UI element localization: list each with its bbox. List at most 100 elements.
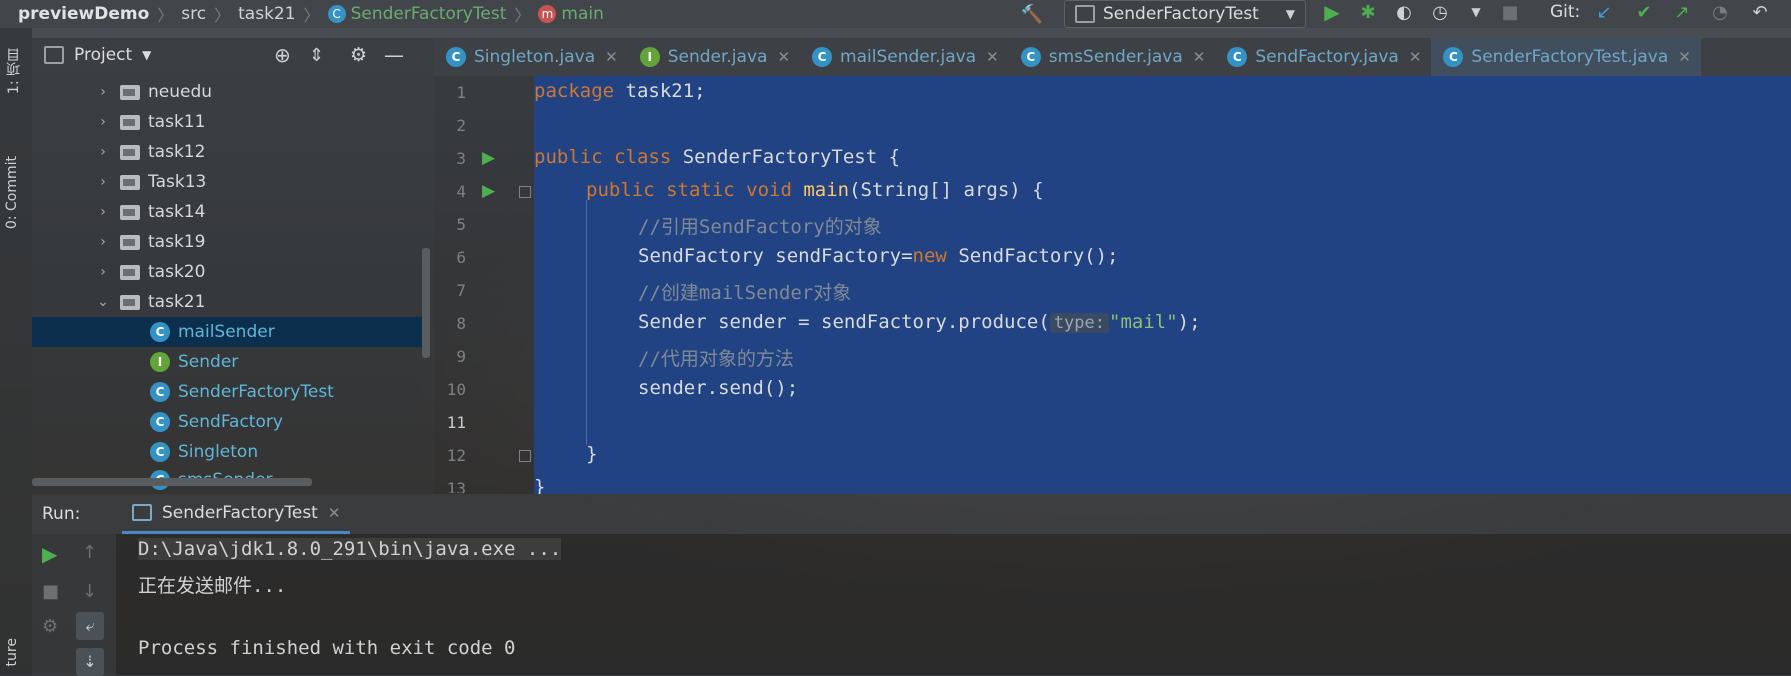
string-literal: "mail"	[1109, 311, 1178, 333]
code-line-10[interactable]: sender.send();	[638, 377, 798, 399]
close-icon[interactable]: ✕	[328, 504, 341, 522]
coverage-icon[interactable]: ◐	[1392, 0, 1416, 24]
breadcrumb-class[interactable]: SenderFactoryTest	[351, 4, 507, 24]
close-icon[interactable]: ✕	[1678, 48, 1691, 66]
class-icon: C	[446, 47, 466, 67]
chevron-right-icon[interactable]: ›	[96, 204, 110, 220]
code-line-7-comment[interactable]: //创建mailSender对象	[638, 278, 851, 305]
close-icon[interactable]: ✕	[1409, 48, 1422, 66]
chevron-right-icon[interactable]: ›	[96, 144, 110, 160]
breadcrumb-project[interactable]: previewDemo	[18, 4, 149, 24]
code-line-4[interactable]: public static void main(String[] args) {	[586, 179, 1044, 201]
chevron-down-icon[interactable]: ▼	[142, 48, 151, 62]
fold-icon[interactable]	[519, 450, 531, 462]
tree-item-class-selected[interactable]: C mailSender	[32, 317, 427, 347]
tree-item-class[interactable]: C SendFactory	[32, 407, 427, 437]
code-text: Sender sender = sendFactory.produce(	[638, 311, 1050, 333]
class-icon: C	[327, 5, 346, 23]
tree-item-folder[interactable]: › task12	[32, 137, 427, 167]
build-hammer-icon[interactable]: 🔨	[1020, 2, 1044, 26]
code-line-12[interactable]: }	[586, 443, 597, 465]
tab-label: Sender.java	[667, 47, 768, 67]
tree-item-folder[interactable]: › Task13	[32, 167, 427, 197]
breadcrumb-src[interactable]: src	[181, 4, 206, 24]
rerun-icon[interactable]: ▶	[42, 542, 57, 566]
tree-item-folder[interactable]: › task14	[32, 197, 427, 227]
line-number: 12	[446, 446, 466, 465]
structure-tool-tab[interactable]: ture	[4, 638, 20, 666]
project-panel: Project ▼ ⊕ ⇕ ⚙ — › neuedu › task11 › ta…	[32, 38, 434, 494]
chevron-right-icon[interactable]: ›	[96, 84, 110, 100]
chevron-right-icon[interactable]: ›	[96, 264, 110, 280]
debug-icon[interactable]: ✱	[1356, 0, 1380, 24]
git-push-icon[interactable]: ↗	[1670, 0, 1694, 24]
git-history-icon[interactable]: ◔	[1708, 0, 1732, 24]
code-line-8[interactable]: Sender sender = sendFactory.produce(type…	[638, 311, 1201, 333]
stop-icon[interactable]: ■	[42, 581, 59, 602]
commit-tool-tab[interactable]: 0: Commit	[4, 156, 20, 229]
tree-item-label: Task13	[148, 172, 207, 192]
code-line-6[interactable]: SendFactory sendFactory=new SendFactory(…	[638, 245, 1118, 267]
scroll-to-end-icon[interactable]: ⇣	[76, 648, 104, 676]
close-icon[interactable]: ✕	[605, 48, 618, 66]
close-icon[interactable]: ✕	[1193, 48, 1206, 66]
tab-sender[interactable]: I Sender.java ✕	[628, 38, 800, 76]
breadcrumb-package[interactable]: task21	[238, 4, 295, 24]
vertical-scrollbar[interactable]	[422, 248, 430, 358]
restore-icon[interactable]: ⚙	[42, 616, 58, 637]
folder-icon	[120, 84, 140, 100]
git-update-icon[interactable]: ↙	[1592, 0, 1616, 24]
gear-icon[interactable]: ⚙	[350, 44, 367, 66]
run-class-gutter-icon[interactable]: ▶	[482, 148, 495, 168]
tree-item-folder-expanded[interactable]: ⌄ task21	[32, 287, 427, 317]
minimize-icon[interactable]: —	[384, 43, 404, 67]
run-icon[interactable]: ▶	[1320, 0, 1344, 24]
code-text: task21;	[614, 80, 706, 102]
project-tool-tab[interactable]: 1: 项目	[4, 48, 24, 94]
run-method-gutter-icon[interactable]: ▶	[482, 181, 495, 201]
tree-item-folder[interactable]: › task20	[32, 257, 427, 287]
code-line-13[interactable]: }	[534, 476, 545, 494]
breadcrumb-method[interactable]: main	[561, 4, 603, 24]
collapse-all-icon[interactable]: ⇕	[309, 45, 324, 66]
tree-item-class[interactable]: C Singleton	[32, 437, 427, 467]
class-icon: C	[812, 47, 833, 67]
tab-smssender[interactable]: C smsSender.java ✕	[1009, 38, 1216, 76]
tree-item-folder[interactable]: › task11	[32, 107, 427, 137]
tree-item-folder[interactable]: › task19	[32, 227, 427, 257]
close-icon[interactable]: ✕	[986, 48, 999, 66]
code-line-1[interactable]: package task21;	[534, 80, 706, 102]
run-configuration-select[interactable]: SenderFactoryTest ▼	[1064, 0, 1306, 28]
horizontal-scrollbar[interactable]	[32, 478, 312, 486]
chevron-right-icon[interactable]: ›	[96, 174, 110, 190]
tree-item-folder[interactable]: › neuedu	[32, 77, 427, 107]
close-icon[interactable]: ✕	[777, 48, 790, 66]
stop-icon[interactable]: ■	[1498, 0, 1522, 24]
line-number: 13	[446, 479, 466, 493]
code-line-9-comment[interactable]: //代用对象的方法	[638, 344, 794, 371]
breadcrumb-separator: 〉	[157, 6, 174, 25]
run-tab-senderfactorytest[interactable]: SenderFactoryTest ✕	[122, 494, 351, 534]
tree-item-interface[interactable]: I Sender	[32, 347, 427, 377]
code-line-3[interactable]: public class SenderFactoryTest {	[534, 146, 900, 168]
tab-sendfactory[interactable]: C SendFactory.java ✕	[1215, 38, 1431, 76]
tab-singleton[interactable]: C Singleton.java ✕	[434, 38, 628, 76]
arrow-down-icon[interactable]: ↓	[82, 581, 97, 602]
profile-icon[interactable]: ◷	[1428, 0, 1452, 24]
rollback-icon[interactable]: ↶	[1748, 0, 1772, 24]
chevron-right-icon[interactable]: ›	[96, 114, 110, 130]
tab-senderfactorytest[interactable]: C SenderFactoryTest.java ✕	[1431, 38, 1701, 79]
arrow-up-icon[interactable]: ↑	[82, 542, 97, 563]
chevron-right-icon[interactable]: ›	[96, 234, 110, 250]
project-panel-title[interactable]: Project	[74, 45, 132, 65]
git-commit-icon[interactable]: ✔	[1632, 0, 1656, 24]
more-run-options-icon[interactable]: ▼	[1464, 0, 1488, 24]
tab-mailsender[interactable]: C mailSender.java ✕	[800, 38, 1009, 76]
folder-icon	[120, 114, 140, 130]
soft-wrap-icon[interactable]: ⤶	[76, 612, 104, 640]
locate-icon[interactable]: ⊕	[274, 43, 291, 67]
fold-icon[interactable]	[519, 186, 531, 198]
tree-item-class[interactable]: C SenderFactoryTest	[32, 377, 427, 407]
code-line-5-comment[interactable]: //引用SendFactory的对象	[638, 212, 882, 239]
chevron-down-icon[interactable]: ⌄	[96, 294, 110, 310]
